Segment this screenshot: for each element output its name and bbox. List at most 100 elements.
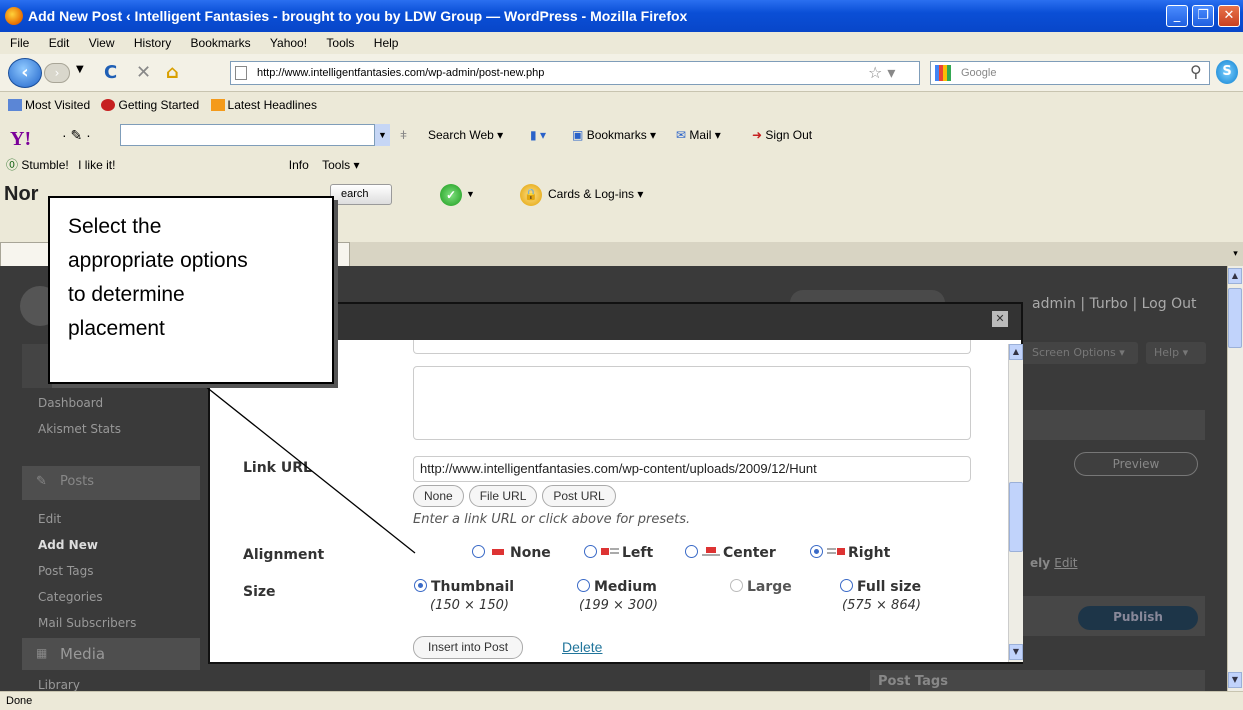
stumble-button[interactable]: Stumble! — [21, 158, 68, 172]
user-links[interactable]: admin | Turbo | Log Out — [1032, 296, 1196, 312]
scroll-down-icon[interactable]: ▼ — [1009, 644, 1023, 660]
url-bar[interactable]: http://www.intelligentfantasies.com/wp-a… — [230, 61, 920, 85]
norton-check-icon[interactable]: ✓ — [440, 184, 462, 206]
preview-button[interactable]: Preview — [1074, 452, 1198, 476]
like-button[interactable]: I like it! — [78, 158, 115, 172]
post-tags-box: Post Tags — [870, 670, 1205, 691]
tab-list-dropdown[interactable]: ▾ — [1228, 242, 1243, 266]
menu-help[interactable]: Help — [374, 36, 399, 50]
getting-started-icon — [101, 99, 116, 111]
delete-link[interactable]: Delete — [562, 639, 602, 655]
forward-button[interactable]: › — [44, 63, 70, 83]
publish-button[interactable]: Publish — [1078, 606, 1198, 630]
bookmark-most-visited[interactable]: Most Visited — [8, 98, 90, 112]
pencil-icon[interactable]: · ✎ · — [62, 118, 91, 152]
sidebar-item-posts[interactable]: ✎ Posts — [22, 466, 200, 500]
link-none-button[interactable]: None — [413, 485, 464, 507]
minimize-icon[interactable]: _ — [1166, 5, 1188, 27]
sidebar-item-add-new[interactable]: Add New — [38, 538, 98, 552]
alignment-right[interactable]: Right — [810, 545, 890, 561]
scrollbar-thumb[interactable] — [1228, 288, 1242, 348]
align-center-icon — [702, 547, 720, 557]
lock-icon: 🔒 — [520, 184, 542, 206]
maximize-icon[interactable]: ❐ — [1192, 5, 1214, 27]
sidebar-item-media[interactable]: ▦ Media — [22, 638, 200, 670]
modal-scrollbar[interactable]: ▲ ▼ — [1008, 344, 1023, 662]
cards-logins-button[interactable]: Cards & Log-ins ▾ — [548, 178, 643, 210]
reload-icon[interactable]: C — [104, 62, 117, 83]
alignment-center[interactable]: Center — [685, 545, 776, 561]
alignment-label: Alignment — [243, 547, 325, 563]
menu-edit[interactable]: Edit — [49, 36, 70, 50]
search-placeholder: Google — [961, 67, 997, 79]
link-file-url-button[interactable]: File URL — [468, 485, 538, 507]
bookmark-getting-started[interactable]: Getting Started — [101, 98, 199, 112]
modal-scrollbar-thumb[interactable] — [1009, 482, 1023, 552]
sign-out-button[interactable]: ➜ Sign Out — [752, 118, 812, 152]
menu-yahoo[interactable]: Yahoo! — [270, 36, 307, 50]
radio-icon — [840, 579, 853, 592]
norton-search-button[interactable]: earch — [330, 184, 392, 205]
back-button[interactable]: ‹ — [8, 58, 42, 88]
sidebar-item-library[interactable]: Library — [38, 678, 80, 691]
yahoo-logo-icon[interactable]: Y! — [10, 122, 31, 156]
screen-options-button[interactable]: Screen Options ▾ — [1020, 342, 1138, 364]
size-thumbnail[interactable]: Thumbnail (150 × 150) — [414, 579, 514, 613]
window-title: Add New Post ‹ Intelligent Fantasies - b… — [28, 8, 688, 24]
search-web-button[interactable]: Search Web ▾ — [428, 118, 503, 152]
scroll-up-icon[interactable]: ▲ — [1228, 268, 1242, 284]
menu-tools[interactable]: Tools — [326, 36, 354, 50]
align-none-icon — [489, 547, 507, 557]
link-url-input[interactable]: http://www.intelligentfantasies.com/wp-c… — [413, 456, 971, 482]
bookmark-star-icon[interactable]: ☆ ▾ — [868, 63, 895, 82]
info-button[interactable]: Info — [289, 158, 309, 172]
sidebar-item-akismet[interactable]: Akismet Stats — [38, 422, 121, 436]
yahoo-search-dropdown[interactable]: ▼ — [374, 124, 390, 146]
search-icon[interactable]: ⚲ — [1190, 62, 1202, 81]
sidebar-item-mail-subscribers[interactable]: Mail Subscribers — [38, 616, 136, 630]
bookmarks-button[interactable]: ▣ Bookmarks ▾ — [572, 118, 656, 152]
radio-selected-icon — [414, 579, 427, 592]
tools-button[interactable]: Tools ▾ — [322, 158, 359, 172]
scroll-up-icon[interactable]: ▲ — [1009, 344, 1023, 360]
search-input[interactable]: Google — [930, 61, 1210, 85]
norton-check-dropdown[interactable]: ▼ — [466, 178, 475, 210]
shield-icon[interactable]: ▮ ▾ — [530, 118, 546, 152]
menu-history[interactable]: History — [134, 36, 171, 50]
rss-icon — [210, 99, 225, 111]
stumbleupon-icon: ⓪ — [6, 158, 19, 172]
url-text: http://www.intelligentfantasies.com/wp-a… — [257, 67, 545, 79]
stop-icon[interactable]: ✕ — [136, 62, 151, 83]
close-icon[interactable]: ✕ — [1218, 5, 1240, 27]
radio-icon — [577, 579, 590, 592]
caption-textarea[interactable] — [413, 340, 971, 354]
alignment-none[interactable]: None — [472, 545, 551, 561]
link-post-url-button[interactable]: Post URL — [542, 485, 616, 507]
yahoo-search-input[interactable] — [120, 124, 390, 146]
radio-disabled-icon — [730, 579, 743, 592]
skype-icon[interactable]: S — [1216, 60, 1238, 84]
help-button[interactable]: Help ▾ — [1146, 342, 1206, 364]
scroll-down-icon[interactable]: ▼ — [1228, 672, 1242, 688]
menu-bookmarks[interactable]: Bookmarks — [191, 36, 251, 50]
size-medium[interactable]: Medium (199 × 300) — [577, 579, 658, 613]
home-icon[interactable]: ⌂ — [166, 62, 179, 83]
size-full[interactable]: Full size (575 × 864) — [840, 579, 921, 613]
history-dropdown-icon[interactable]: ▼ — [76, 64, 84, 75]
insert-into-post-button[interactable]: Insert into Post — [413, 636, 524, 659]
menu-bar: File Edit View History Bookmarks Yahoo! … — [0, 32, 1243, 54]
description-textarea[interactable] — [413, 366, 971, 440]
radio-selected-icon — [810, 545, 823, 558]
edit-link[interactable]: Edit — [1054, 556, 1077, 570]
radio-icon — [584, 545, 597, 558]
mail-button[interactable]: ✉ Mail ▾ — [676, 118, 721, 152]
alignment-left[interactable]: Left — [584, 545, 653, 561]
sidebar-item-dashboard[interactable]: Dashboard — [38, 396, 103, 410]
sidebar-item-edit[interactable]: Edit — [38, 512, 61, 526]
close-icon[interactable]: ✕ — [992, 311, 1008, 327]
menu-file[interactable]: File — [10, 36, 29, 50]
sidebar-item-post-tags[interactable]: Post Tags — [38, 564, 94, 578]
sidebar-item-categories[interactable]: Categories — [38, 590, 103, 604]
menu-view[interactable]: View — [89, 36, 115, 50]
bookmark-latest-headlines[interactable]: Latest Headlines — [210, 98, 317, 112]
